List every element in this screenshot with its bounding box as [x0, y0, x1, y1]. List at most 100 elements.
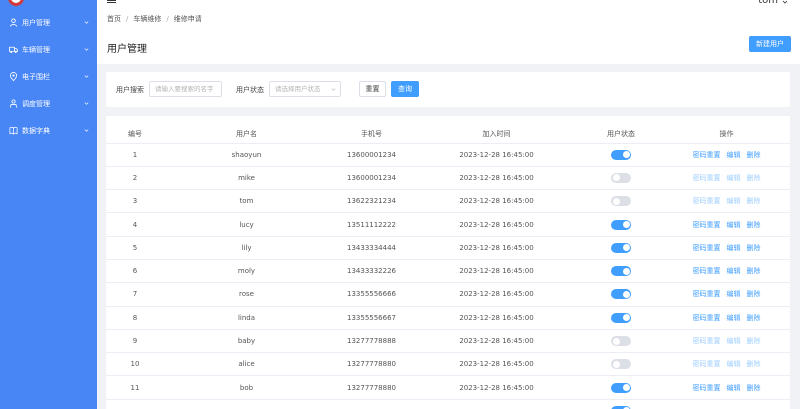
cell-id: 2 [106, 166, 164, 191]
delete-link[interactable]: 删除 [747, 197, 761, 205]
cell-username: lucy [164, 212, 329, 237]
breadcrumb-vehicle-repair[interactable]: 车辆维修 [133, 14, 161, 24]
chevron-down-icon [84, 21, 89, 24]
status-toggle[interactable] [611, 289, 631, 300]
status-toggle[interactable] [611, 149, 631, 160]
cell-actions: 密码重置 编辑 删除 [663, 236, 790, 260]
cell-joined: 2023-12-28 16:45:00 [414, 375, 579, 400]
cell-actions: 密码重置 编辑 删除 [663, 259, 790, 284]
sidebar-item-vehicle-management[interactable]: 车辆管理 [0, 36, 97, 63]
user-search-input[interactable]: 请输入要搜索的名字 [149, 81, 222, 97]
reset-password-link[interactable]: 密码重置 [693, 267, 721, 275]
chevron-down-icon [84, 102, 89, 105]
status-toggle[interactable] [611, 172, 631, 183]
reset-password-link[interactable]: 密码重置 [693, 151, 721, 159]
status-toggle[interactable] [611, 266, 631, 277]
cell-status [579, 212, 663, 237]
status-toggle[interactable] [611, 382, 631, 393]
cell-joined: 2023-12-28 16:45:00 [414, 236, 579, 260]
delete-link[interactable]: 删除 [747, 221, 761, 229]
status-toggle[interactable] [611, 359, 631, 370]
cell-id: 5 [106, 236, 164, 260]
toggle-knob [612, 337, 620, 345]
table-header-row: 编号 用户名 手机号 加入时间 用户状态 操作 [106, 126, 790, 144]
chevron-down-icon [84, 75, 89, 78]
cell-joined: 2023-12-28 16:45:00 [414, 166, 579, 191]
cell-phone: 13355556667 [329, 306, 414, 330]
toggle-knob [622, 314, 630, 322]
status-toggle[interactable] [611, 196, 631, 207]
edit-link[interactable]: 编辑 [727, 174, 741, 182]
cell-actions [663, 399, 790, 409]
reset-password-link[interactable]: 密码重置 [693, 197, 721, 205]
reset-password-link[interactable]: 密码重置 [693, 314, 721, 322]
toggle-knob [622, 151, 630, 159]
edit-link[interactable]: 编辑 [727, 151, 741, 159]
delete-link[interactable]: 删除 [747, 314, 761, 322]
sidebar-item-dispatch-management[interactable]: 调度管理 [0, 90, 97, 117]
sidebar-item-geofence[interactable]: 电子围栏 [0, 63, 97, 90]
delete-link[interactable]: 删除 [747, 244, 761, 252]
cell-status [579, 143, 663, 167]
cell-username: baby [164, 329, 329, 354]
delete-link[interactable]: 删除 [747, 360, 761, 368]
chevron-down-icon[interactable] [782, 0, 788, 5]
toggle-knob [612, 360, 620, 368]
cell-id: 3 [106, 189, 164, 214]
user-table-panel: 编号 用户名 手机号 加入时间 用户状态 操作 1 shaoyun 13600001… [106, 116, 790, 409]
delete-link[interactable]: 删除 [747, 267, 761, 275]
reset-password-link[interactable]: 密码重置 [693, 174, 721, 182]
cell-joined: 2023-12-28 16:45:00 [414, 352, 579, 377]
sidebar-item-user-management[interactable]: 用户管理 [0, 9, 97, 36]
cell-id [106, 399, 164, 409]
edit-link[interactable]: 编辑 [727, 244, 741, 252]
reset-button[interactable]: 重置 [359, 81, 386, 97]
status-toggle[interactable] [611, 242, 631, 253]
edit-link[interactable]: 编辑 [727, 360, 741, 368]
reset-password-link[interactable]: 密码重置 [693, 337, 721, 345]
user-status-select[interactable]: 请选择用户状态 [269, 81, 341, 97]
delete-link[interactable]: 删除 [747, 337, 761, 345]
delete-link[interactable]: 删除 [747, 290, 761, 298]
cell-phone: 13277778880 [329, 375, 414, 400]
user-icon [9, 18, 18, 27]
sidebar-item-data-dictionary[interactable]: 数据字典 [0, 117, 97, 144]
reset-password-link[interactable]: 密码重置 [693, 244, 721, 252]
new-user-button[interactable]: 新建用户 [749, 36, 791, 52]
delete-link[interactable]: 删除 [747, 151, 761, 159]
cell-username: mike [164, 166, 329, 191]
cell-joined [414, 399, 579, 409]
edit-link[interactable]: 编辑 [727, 337, 741, 345]
edit-link[interactable]: 编辑 [727, 197, 741, 205]
status-toggle[interactable] [611, 219, 631, 230]
menu-toggle-icon[interactable] [107, 0, 116, 3]
user-search-label: 用户搜索 [116, 86, 144, 94]
cell-username: tom [164, 189, 329, 214]
reset-password-link[interactable]: 密码重置 [693, 360, 721, 368]
cell-status [579, 236, 663, 260]
edit-link[interactable]: 编辑 [727, 290, 741, 298]
breadcrumb-home[interactable]: 首页 [107, 14, 121, 24]
edit-link[interactable]: 编辑 [727, 314, 741, 322]
query-button[interactable]: 查询 [391, 81, 419, 97]
delete-link[interactable]: 删除 [747, 384, 761, 392]
brand [0, 0, 97, 6]
reset-password-link[interactable]: 密码重置 [693, 290, 721, 298]
cell-phone: 13433334444 [329, 236, 414, 260]
delete-link[interactable]: 删除 [747, 174, 761, 182]
status-toggle[interactable] [611, 336, 631, 347]
sidebar-item-label: 电子围栏 [22, 72, 50, 81]
edit-link[interactable]: 编辑 [727, 384, 741, 392]
table-row: 4 lucy 13511112222 2023-12-28 16:45:00 密码重置编… [106, 212, 790, 237]
cell-username: shaoyun [164, 143, 329, 167]
user-menu[interactable]: tom [758, 0, 778, 6]
edit-link[interactable]: 编辑 [727, 267, 741, 275]
edit-link[interactable]: 编辑 [727, 221, 741, 229]
reset-password-link[interactable]: 密码重置 [693, 221, 721, 229]
cell-id: 9 [106, 329, 164, 354]
reset-password-link[interactable]: 密码重置 [693, 384, 721, 392]
status-toggle[interactable] [611, 312, 631, 323]
cell-actions: 密码重置 编辑 删除 [663, 306, 790, 330]
cell-username [164, 399, 329, 409]
column-header-actions: 操作 [663, 126, 790, 144]
